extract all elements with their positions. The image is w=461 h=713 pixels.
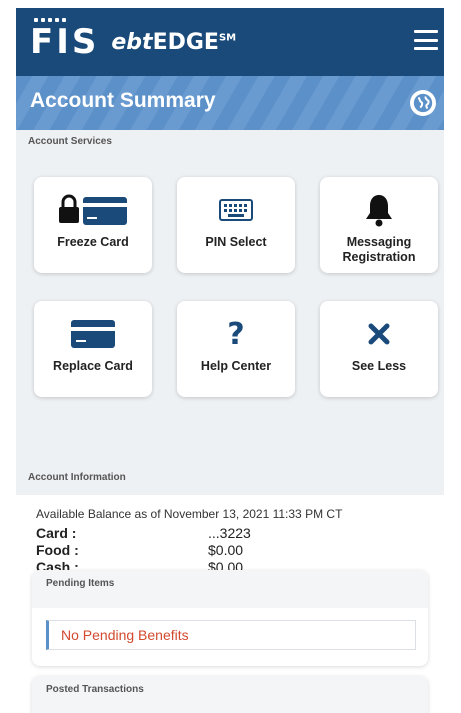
brand-prefix: ebt bbox=[111, 29, 153, 55]
question-icon: ? bbox=[227, 316, 245, 352]
lock-card-icon bbox=[57, 189, 129, 231]
balance-row-card: Card : ...3223 bbox=[36, 525, 424, 542]
bell-icon bbox=[364, 189, 394, 231]
tile-label: PIN Select bbox=[205, 235, 267, 249]
posted-transactions-card[interactable]: Posted Transactions bbox=[32, 676, 428, 713]
balance-section: Available Balance as of November 13, 202… bbox=[16, 495, 444, 576]
globe-icon[interactable] bbox=[410, 90, 436, 116]
balance-value: $0.00 bbox=[208, 542, 244, 558]
pending-items-message: No Pending Benefits bbox=[46, 620, 416, 650]
tile-label: Freeze Card bbox=[57, 235, 129, 249]
tile-label: Messaging Registration bbox=[342, 235, 416, 264]
account-services-heading: Account Services bbox=[16, 130, 444, 153]
tile-label: Help Center bbox=[200, 359, 272, 373]
pending-items-card: Pending Items No Pending Benefits bbox=[32, 570, 428, 666]
account-information-heading: Account Information bbox=[16, 459, 444, 495]
see-less-button[interactable]: See Less bbox=[320, 301, 438, 397]
keyboard-icon bbox=[219, 189, 253, 231]
page-banner: Account Summary bbox=[16, 76, 444, 130]
balance-row-food: Food : $0.00 bbox=[36, 542, 424, 559]
balance-key: Card : bbox=[36, 525, 77, 541]
brand-main: EDGE bbox=[152, 29, 219, 55]
top-bar: FIS ebtEDGESM bbox=[16, 8, 444, 76]
logo: FIS ebtEDGESM bbox=[30, 18, 236, 62]
fis-mark-text: FIS bbox=[30, 22, 100, 62]
balance-key: Food : bbox=[36, 542, 79, 558]
pin-select-button[interactable]: PIN Select bbox=[177, 177, 295, 273]
balance-value: ...3223 bbox=[208, 525, 251, 541]
close-icon bbox=[367, 313, 391, 355]
app-screen: FIS ebtEDGESM Account Summary Account Se… bbox=[16, 8, 444, 713]
brand-name: ebtEDGESM bbox=[111, 30, 236, 55]
freeze-card-button[interactable]: Freeze Card bbox=[34, 177, 152, 273]
brand-service-mark: SM bbox=[218, 32, 237, 44]
fis-dots-icon bbox=[34, 18, 66, 22]
replace-card-button[interactable]: Replace Card bbox=[34, 301, 152, 397]
card-icon bbox=[70, 313, 116, 355]
messaging-registration-button[interactable]: Messaging Registration bbox=[320, 177, 438, 273]
account-services-grid: Freeze Card PIN Select Messaging Registr… bbox=[16, 153, 444, 459]
hamburger-menu-icon[interactable] bbox=[414, 30, 438, 50]
tile-label: See Less bbox=[351, 359, 407, 373]
posted-transactions-heading: Posted Transactions bbox=[46, 684, 144, 695]
help-center-button[interactable]: ? Help Center bbox=[177, 301, 295, 397]
pending-items-heading: Pending Items bbox=[32, 570, 428, 608]
balance-as-of: Available Balance as of November 13, 202… bbox=[36, 507, 343, 521]
tile-label: Replace Card bbox=[53, 359, 133, 373]
page-title: Account Summary bbox=[30, 89, 216, 112]
fis-logo: FIS bbox=[30, 18, 100, 62]
